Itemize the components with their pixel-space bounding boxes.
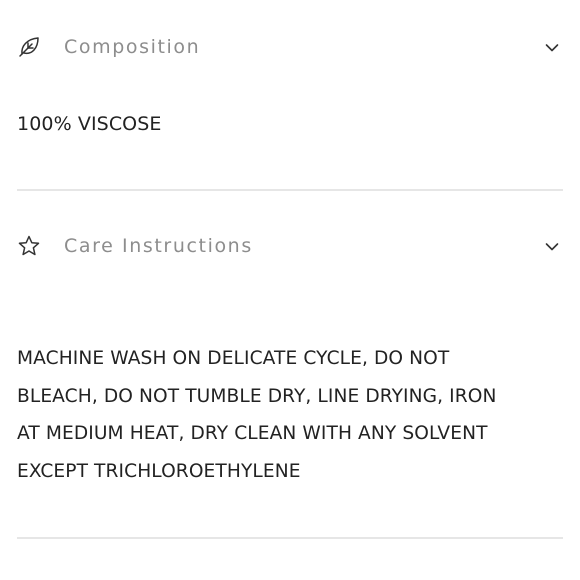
composition-title: Composition xyxy=(64,36,201,58)
composition-accordion-header[interactable]: Composition xyxy=(17,32,563,62)
care-line: AT MEDIUM HEAT, DRY CLEAN WITH ANY SOLVE… xyxy=(17,423,488,444)
composition-divider xyxy=(17,189,563,191)
care-instructions-divider xyxy=(17,537,563,539)
chevron-down-icon[interactable] xyxy=(545,240,559,254)
star-icon xyxy=(17,234,41,258)
chevron-down-icon[interactable] xyxy=(545,41,559,55)
care-line: BLEACH, DO NOT TUMBLE DRY, LINE DRYING, … xyxy=(17,385,497,407)
care-instructions-title: Care Instructions xyxy=(64,235,253,257)
leaf-icon xyxy=(17,35,41,59)
composition-content: 100% VISCOSE xyxy=(17,113,162,135)
care-line: MACHINE WASH ON DELICATE CYCLE, DO NOT xyxy=(17,348,450,369)
care-instructions-content: MACHINE WASH ON DELICATE CYCLE, DO NOT B… xyxy=(17,340,557,490)
care-instructions-accordion-header[interactable]: Care Instructions xyxy=(17,231,563,261)
care-line: EXCEPT TRICHLOROETHYLENE xyxy=(17,460,301,482)
